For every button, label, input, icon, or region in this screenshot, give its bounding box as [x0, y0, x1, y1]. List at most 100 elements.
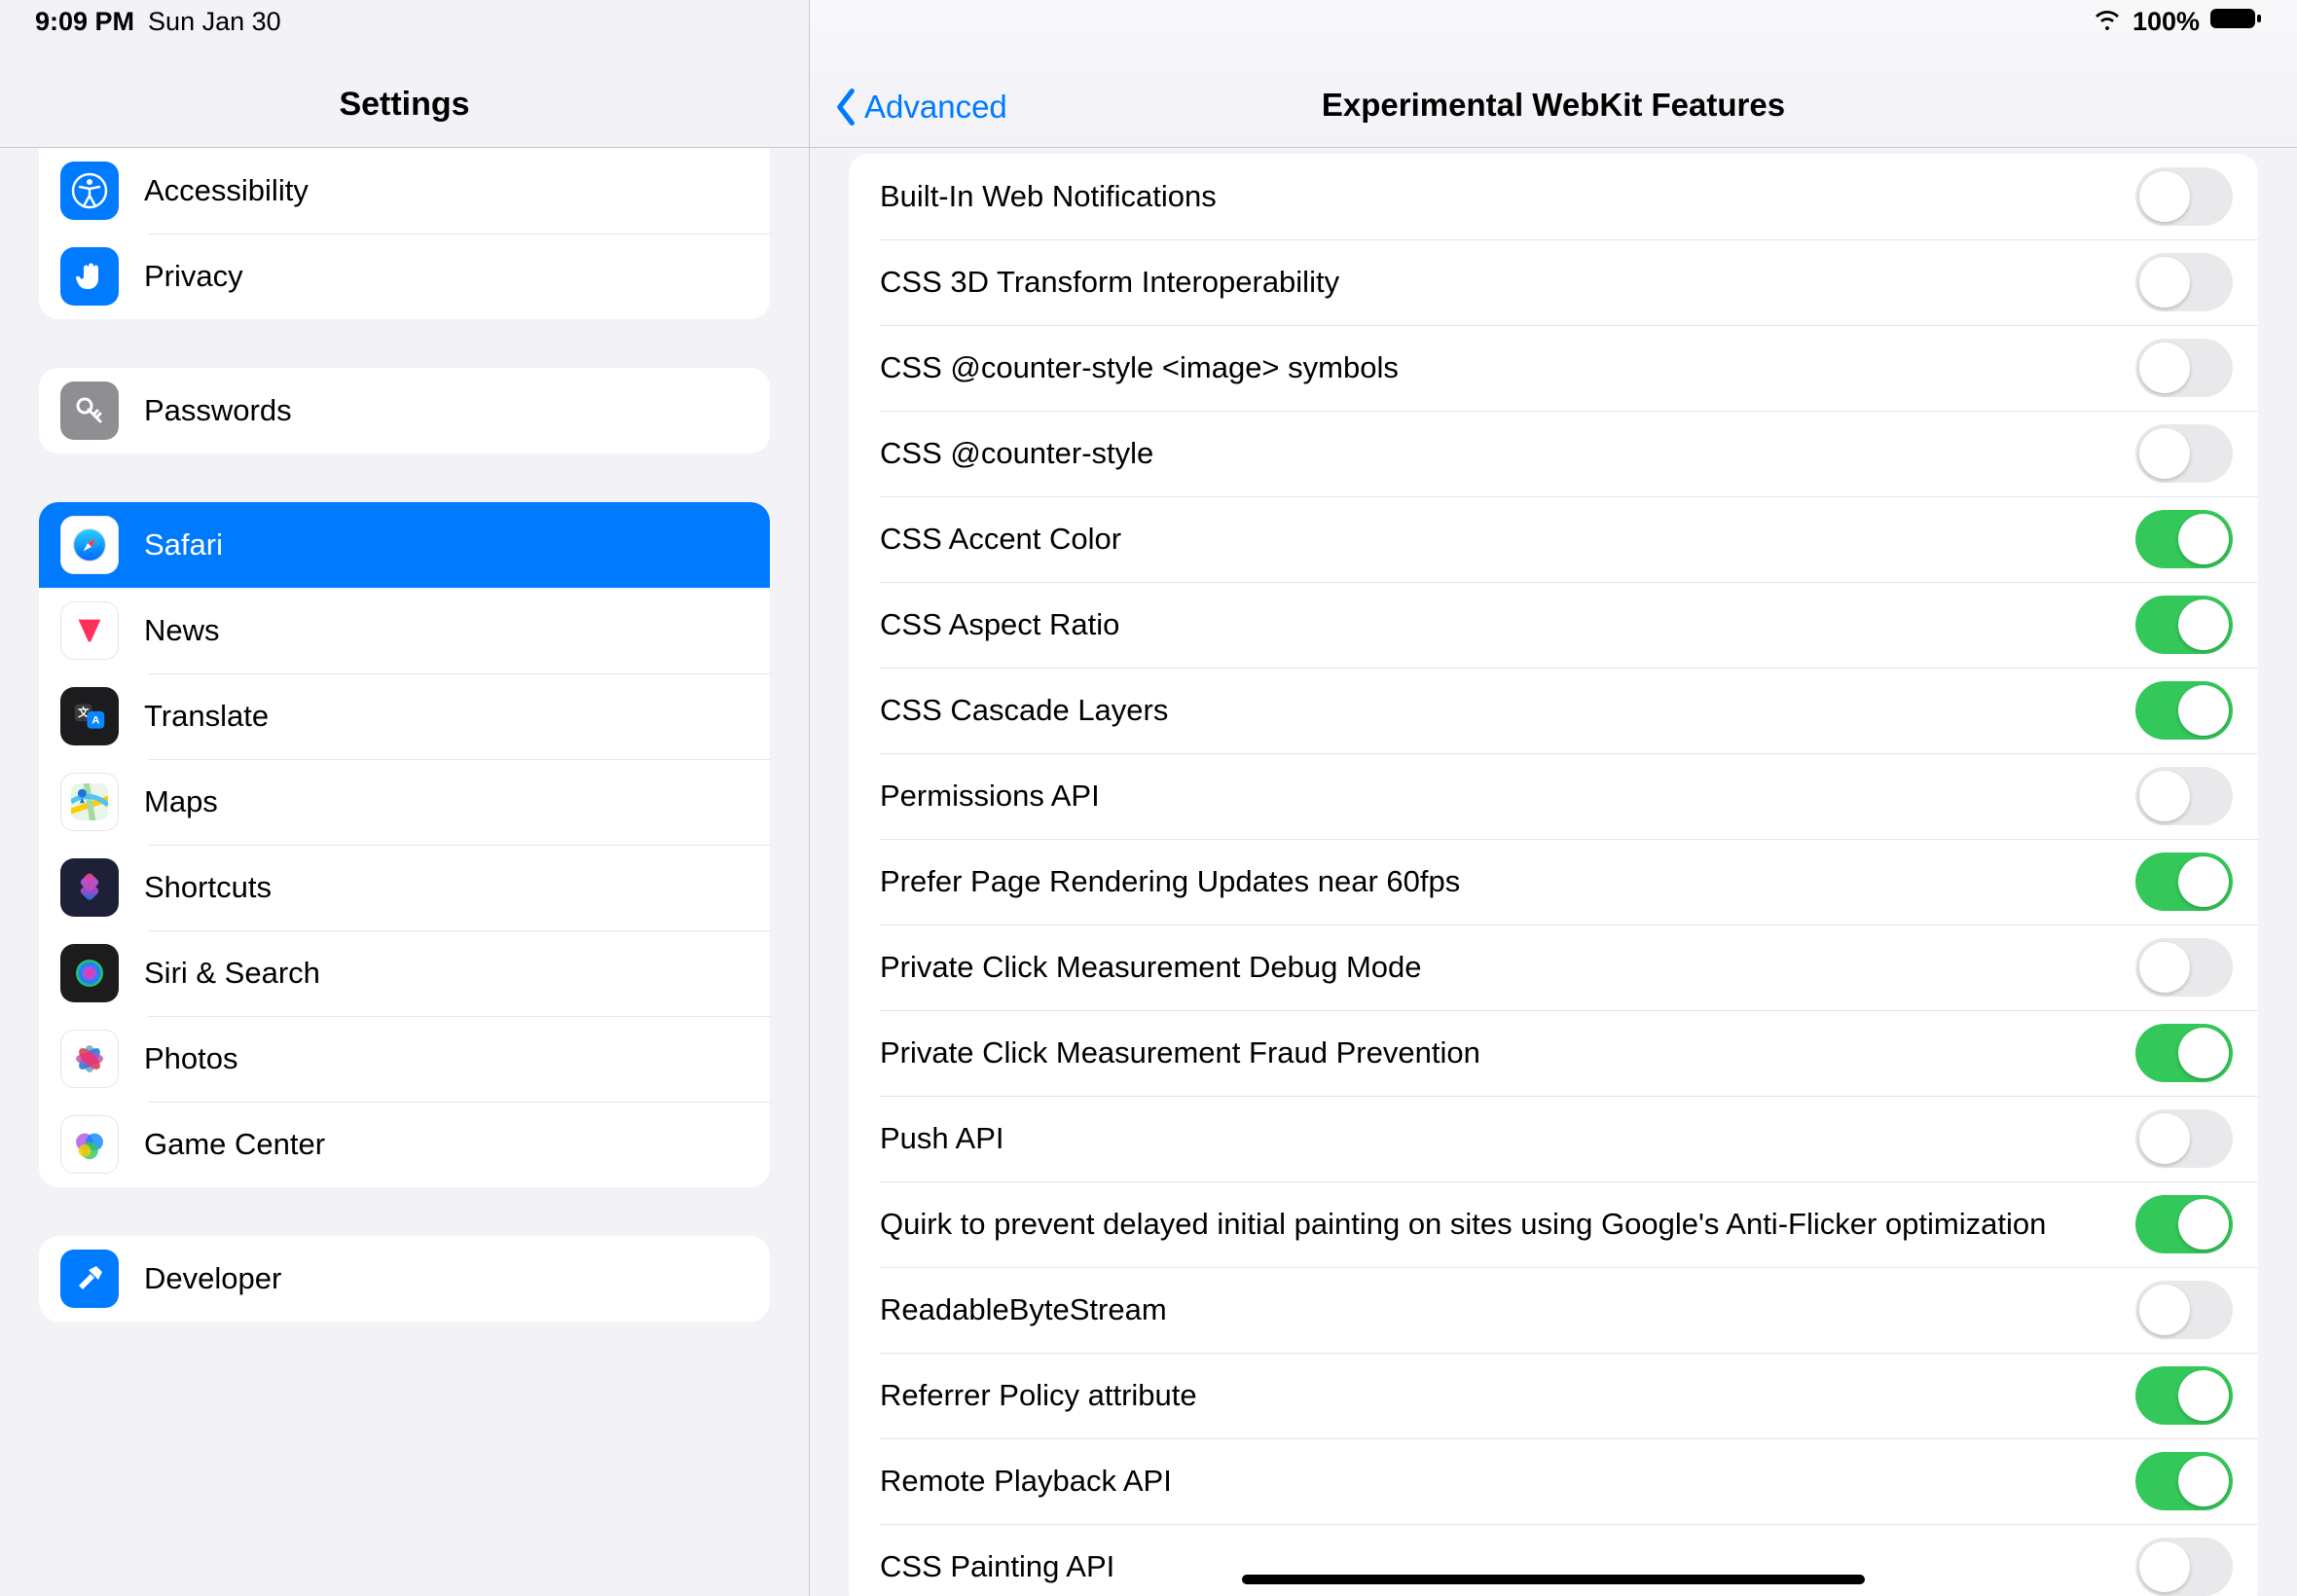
sidebar-item-label: Game Center — [144, 1127, 325, 1162]
feature-row: ReadableByteStream — [849, 1267, 2258, 1353]
feature-toggle[interactable] — [2135, 253, 2233, 311]
feature-row: Quirk to prevent delayed initial paintin… — [849, 1181, 2258, 1267]
hand-icon — [60, 247, 119, 306]
sidebar-item-label: News — [144, 613, 220, 648]
accessibility-icon — [60, 162, 119, 220]
feature-toggle[interactable] — [2135, 1538, 2233, 1596]
gamecenter-icon — [60, 1115, 119, 1174]
photos-icon — [60, 1030, 119, 1088]
sidebar-item-label: Shortcuts — [144, 870, 272, 905]
sidebar-item-label: Privacy — [144, 259, 243, 294]
feature-label: Private Click Measurement Fraud Preventi… — [880, 1035, 2135, 1070]
sidebar-item-translate[interactable]: 文A Translate — [39, 673, 770, 759]
feature-label: CSS Aspect Ratio — [880, 607, 2135, 642]
sidebar-title: Settings — [339, 86, 469, 124]
feature-row: CSS Cascade Layers — [849, 668, 2258, 753]
sidebar-scroll[interactable]: Accessibility Privacy Passwords Safari News 文… — [0, 148, 809, 1596]
news-icon — [60, 601, 119, 660]
back-button[interactable]: Advanced — [833, 89, 1007, 126]
feature-label: ReadableByteStream — [880, 1292, 2135, 1327]
feature-toggle[interactable] — [2135, 1281, 2233, 1339]
sidebar-item-photos[interactable]: Photos — [39, 1016, 770, 1102]
feature-toggle[interactable] — [2135, 339, 2233, 397]
sidebar-group-dev: Developer — [39, 1236, 770, 1322]
sidebar-item-privacy[interactable]: Privacy — [39, 234, 770, 319]
feature-label: CSS Cascade Layers — [880, 693, 2135, 728]
feature-row: Permissions API — [849, 753, 2258, 839]
sidebar-item-label: Translate — [144, 699, 269, 734]
sidebar-item-label: Safari — [144, 527, 223, 562]
svg-text:A: A — [91, 715, 99, 727]
features-group: 👉Built-In Web NotificationsCSS 3D Transf… — [849, 154, 2258, 1596]
key-icon — [60, 381, 119, 440]
maps-icon — [60, 773, 119, 831]
feature-toggle[interactable] — [2135, 681, 2233, 740]
settings-sidebar: Settings Accessibility Privacy Passwords Sa… — [0, 0, 810, 1596]
sidebar-item-siri[interactable]: Siri & Search — [39, 930, 770, 1016]
feature-row: CSS 3D Transform Interoperability — [849, 239, 2258, 325]
detail-scroll[interactable]: 👉Built-In Web NotificationsCSS 3D Transf… — [810, 148, 2297, 1596]
home-indicator[interactable] — [1242, 1575, 1865, 1584]
feature-label: Push API — [880, 1121, 2135, 1156]
shortcuts-icon — [60, 858, 119, 917]
detail-title: Experimental WebKit Features — [1322, 87, 1785, 124]
sidebar-group-top: Accessibility Privacy — [39, 148, 770, 319]
feature-row: 👉Push API — [849, 1096, 2258, 1181]
feature-label: Referrer Policy attribute — [880, 1378, 2135, 1413]
status-date: Sun Jan 30 — [148, 7, 281, 37]
translate-icon: 文A — [60, 687, 119, 745]
siri-icon — [60, 944, 119, 1002]
safari-icon — [60, 516, 119, 574]
feature-toggle[interactable] — [2135, 1452, 2233, 1510]
feature-label: CSS Accent Color — [880, 522, 2135, 557]
feature-row: CSS Painting API — [849, 1524, 2258, 1596]
wifi-icon — [2092, 7, 2123, 37]
sidebar-item-accessibility[interactable]: Accessibility — [39, 148, 770, 234]
feature-row: CSS Aspect Ratio — [849, 582, 2258, 668]
feature-toggle[interactable] — [2135, 938, 2233, 997]
sidebar-group-apps: Safari News 文A Translate Maps Shortcuts Siri &… — [39, 502, 770, 1187]
sidebar-item-passwords[interactable]: Passwords — [39, 368, 770, 453]
sidebar-item-label: Passwords — [144, 393, 292, 428]
sidebar-item-label: Accessibility — [144, 173, 309, 208]
sidebar-item-label: Siri & Search — [144, 956, 320, 991]
sidebar-item-shortcuts[interactable]: Shortcuts — [39, 845, 770, 930]
feature-toggle[interactable] — [2135, 1195, 2233, 1253]
sidebar-item-news[interactable]: News — [39, 588, 770, 673]
feature-toggle[interactable] — [2135, 767, 2233, 825]
feature-toggle[interactable] — [2135, 424, 2233, 483]
sidebar-item-maps[interactable]: Maps — [39, 759, 770, 845]
feature-toggle[interactable] — [2135, 1024, 2233, 1082]
sidebar-item-safari[interactable]: Safari — [39, 502, 770, 588]
feature-label: Permissions API — [880, 779, 2135, 814]
back-label: Advanced — [864, 89, 1007, 126]
sidebar-item-label: Photos — [144, 1041, 238, 1076]
status-bar: 9:09 PM Sun Jan 30 100% — [0, 0, 2297, 43]
feature-row: CSS @counter-style — [849, 411, 2258, 496]
feature-row: CSS Accent Color — [849, 496, 2258, 582]
detail-pane: Advanced Experimental WebKit Features 👉B… — [810, 0, 2297, 1596]
feature-toggle[interactable] — [2135, 510, 2233, 568]
sidebar-item-gamecenter[interactable]: Game Center — [39, 1102, 770, 1187]
chevron-left-icon — [833, 89, 858, 126]
feature-row: Referrer Policy attribute — [849, 1353, 2258, 1438]
feature-label: CSS 3D Transform Interoperability — [880, 265, 2135, 300]
feature-toggle[interactable] — [2135, 1109, 2233, 1168]
feature-label: CSS @counter-style — [880, 436, 2135, 471]
hammer-icon — [60, 1250, 119, 1308]
feature-row: CSS @counter-style <image> symbols — [849, 325, 2258, 411]
feature-toggle[interactable] — [2135, 167, 2233, 226]
feature-toggle[interactable] — [2135, 596, 2233, 654]
feature-label: CSS @counter-style <image> symbols — [880, 350, 2135, 385]
sidebar-group-passwords: Passwords — [39, 368, 770, 453]
feature-row: Private Click Measurement Fraud Preventi… — [849, 1010, 2258, 1096]
feature-label: Remote Playback API — [880, 1464, 2135, 1499]
sidebar-item-developer[interactable]: Developer — [39, 1236, 770, 1322]
feature-toggle[interactable] — [2135, 852, 2233, 911]
feature-toggle[interactable] — [2135, 1366, 2233, 1425]
feature-label: Built-In Web Notifications — [880, 179, 2135, 214]
battery-percent: 100% — [2133, 7, 2200, 37]
sidebar-item-label: Maps — [144, 784, 218, 819]
feature-label: Quirk to prevent delayed initial paintin… — [880, 1207, 2135, 1242]
feature-label: Private Click Measurement Debug Mode — [880, 950, 2135, 985]
